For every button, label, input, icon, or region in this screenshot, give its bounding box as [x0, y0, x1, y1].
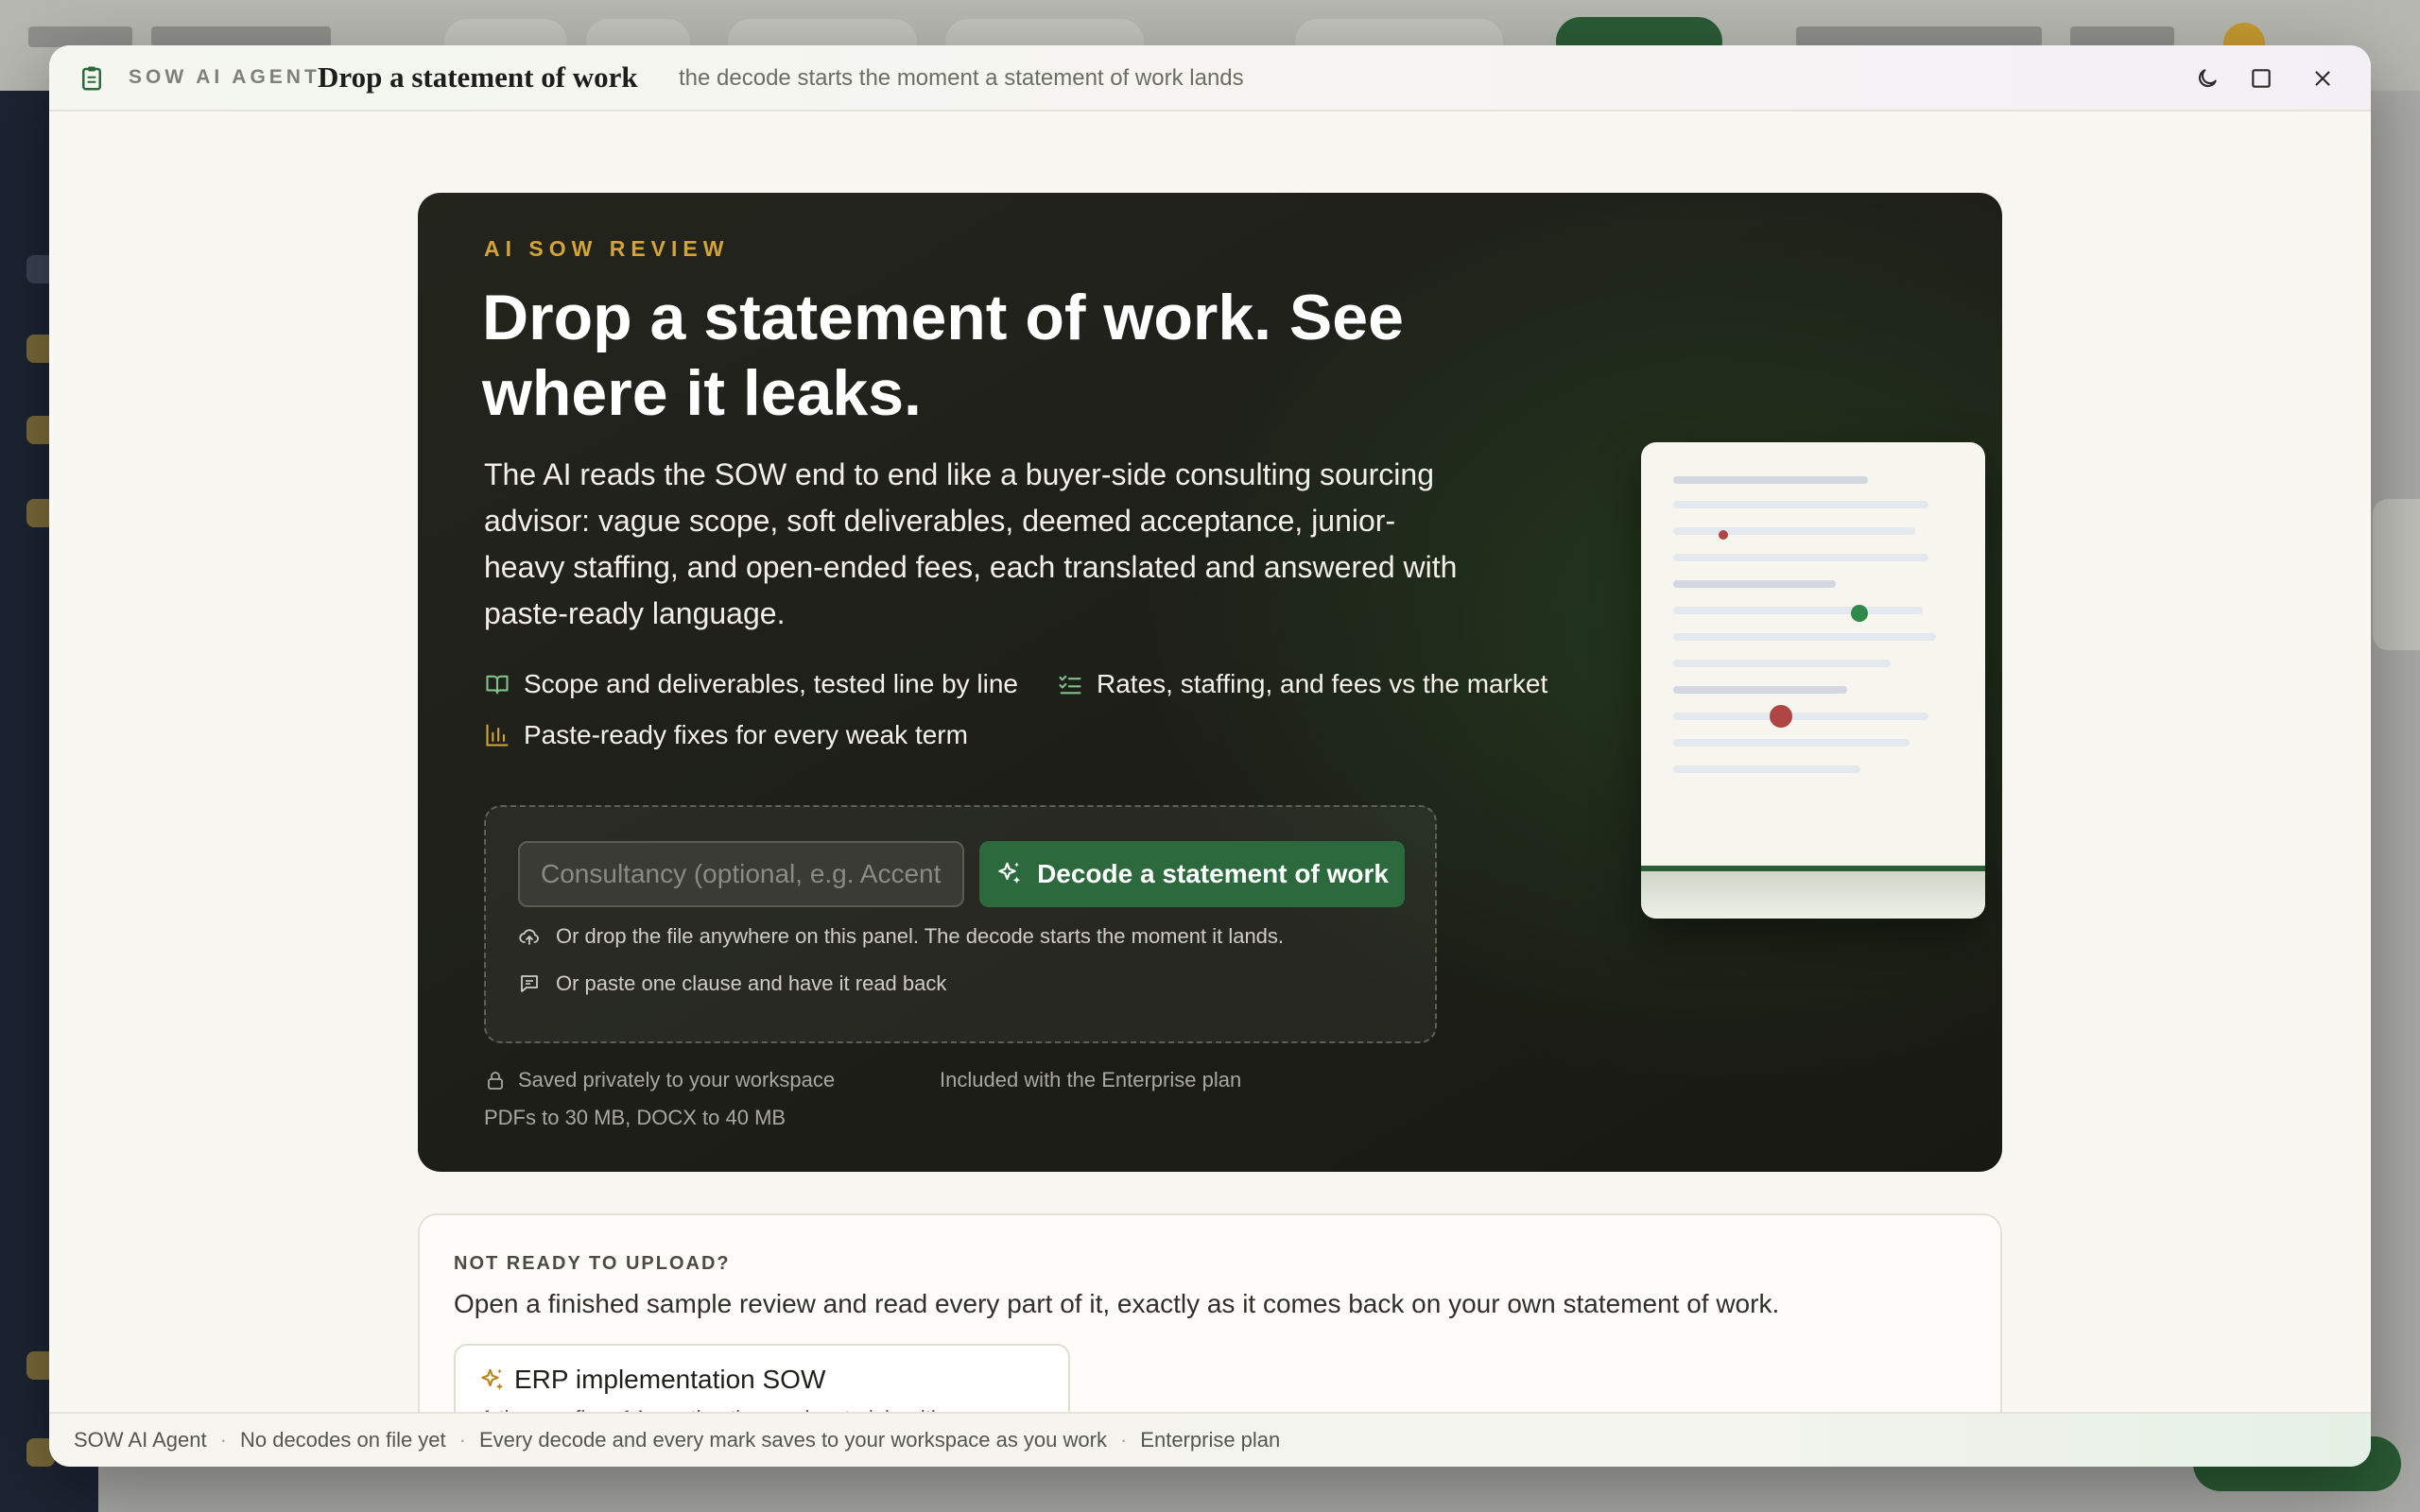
status-separator: · — [458, 1428, 466, 1452]
status-decodes: No decodes on file yet — [239, 1428, 446, 1452]
consultancy-input[interactable] — [518, 841, 964, 907]
modal-content: AI SOW REVIEW Drop a statement of work. … — [49, 113, 2371, 1457]
doc-footer-bar — [1641, 866, 1985, 919]
ok-marker-dot — [1851, 605, 1868, 622]
status-separator: · — [219, 1428, 227, 1452]
bar-chart-icon — [486, 724, 509, 747]
status-separator: · — [1119, 1428, 1128, 1452]
window-title: Drop a statement of work — [318, 60, 638, 94]
clipboard-icon — [82, 66, 101, 91]
document-illustration — [1641, 442, 1985, 919]
doc-line — [1673, 476, 1868, 484]
doc-line — [1673, 527, 1915, 535]
status-autosave: Every decode and every mark saves to you… — [479, 1428, 1107, 1452]
decode-sow-button[interactable]: Decode a statement of work — [979, 841, 1405, 907]
cloud-upload-icon — [519, 929, 539, 945]
feature-label: Scope and deliverables, tested line by l… — [524, 669, 1019, 698]
background-logo — [28, 26, 132, 47]
file-limits-note: PDFs to 30 MB, DOCX to 40 MB — [484, 1106, 786, 1130]
doc-line — [1673, 633, 1936, 641]
doc-line — [1673, 501, 1928, 508]
issue-marker-dot — [1719, 530, 1728, 540]
close-button[interactable] — [2307, 62, 2339, 94]
paste-hint-text: Or paste one clause and have it read bac… — [556, 971, 947, 995]
sample-kicker: NOT READY TO UPLOAD? — [454, 1253, 731, 1274]
issue-marker-dot — [1770, 705, 1792, 728]
window-kicker: SOW AI AGENT — [129, 66, 320, 88]
theme-toggle-button[interactable] — [2191, 62, 2223, 94]
list-checks-icon — [1059, 675, 1081, 695]
hero-title: Drop a statement of work. See where it l… — [482, 282, 1404, 429]
decode-button-label: Decode a statement of work — [1037, 859, 1389, 888]
lock-icon — [488, 1072, 503, 1090]
doc-line — [1673, 739, 1910, 747]
close-icon — [2315, 71, 2330, 86]
feature-scope: Scope and deliverables, tested line by l… — [484, 669, 1018, 699]
sample-card-title: ERP implementation SOW — [514, 1365, 826, 1394]
privacy-note: Saved privately to your workspace — [484, 1068, 835, 1092]
titlebar: SOW AI AGENT Drop a statement of work th… — [49, 45, 2371, 112]
doc-line — [1673, 580, 1836, 588]
status-agent: SOW AI Agent — [74, 1428, 207, 1452]
drop-hint-text: Or drop the file anywhere on this panel.… — [556, 924, 1285, 948]
sow-agent-modal: SOW AI AGENT Drop a statement of work th… — [49, 45, 2371, 1467]
doc-line — [1673, 686, 1847, 694]
doc-line — [1673, 765, 1860, 773]
message-square-icon — [521, 975, 538, 992]
doc-line — [1673, 713, 1928, 720]
book-open-icon — [486, 675, 509, 695]
moon-icon — [2198, 69, 2217, 88]
maximize-icon — [2252, 69, 2271, 88]
plan-text: Included with the Enterprise plan — [940, 1068, 1242, 1091]
status-bar: SOW AI Agent · No decodes on file yet · … — [49, 1412, 2371, 1467]
maximize-button[interactable] — [2245, 62, 2277, 94]
paste-clause-link[interactable]: Or paste one clause and have it read bac… — [518, 971, 946, 996]
status-plan: Enterprise plan — [1140, 1428, 1281, 1452]
feature-label: Rates, staffing, and fees vs the market — [1097, 669, 1548, 698]
hero-eyebrow: AI SOW REVIEW — [484, 236, 730, 261]
file-limits-text: PDFs to 30 MB, DOCX to 40 MB — [484, 1106, 786, 1129]
feature-label: Paste-ready fixes for every weak term — [524, 720, 968, 749]
file-dropzone[interactable]: Decode a statement of work Or drop the f… — [484, 805, 1437, 1043]
feature-rates: Rates, staffing, and fees vs the market — [1057, 669, 1547, 699]
window-subtitle: the decode starts the moment a statement… — [679, 65, 1244, 91]
privacy-text: Saved privately to your workspace — [518, 1068, 836, 1091]
background-agents — [2070, 26, 2174, 47]
sparkles-icon — [998, 862, 1021, 884]
background-side-tab — [2373, 499, 2420, 650]
upload-hero-panel[interactable]: AI SOW REVIEW Drop a statement of work. … — [418, 193, 2002, 1172]
doc-line — [1673, 554, 1928, 561]
hero-description: The AI reads the SOW end to end like a b… — [484, 457, 1458, 630]
background-workspace — [1796, 26, 2042, 47]
sample-description: Open a finished sample review and read e… — [454, 1289, 1780, 1318]
feature-fixes: Paste-ready fixes for every weak term — [484, 720, 968, 750]
background-title — [151, 26, 331, 47]
drop-hint: Or drop the file anywhere on this panel.… — [518, 924, 1284, 949]
plan-note: Included with the Enterprise plan — [940, 1068, 1241, 1092]
sparkles-icon — [481, 1368, 504, 1390]
doc-line — [1673, 607, 1923, 614]
doc-line — [1673, 660, 1891, 667]
